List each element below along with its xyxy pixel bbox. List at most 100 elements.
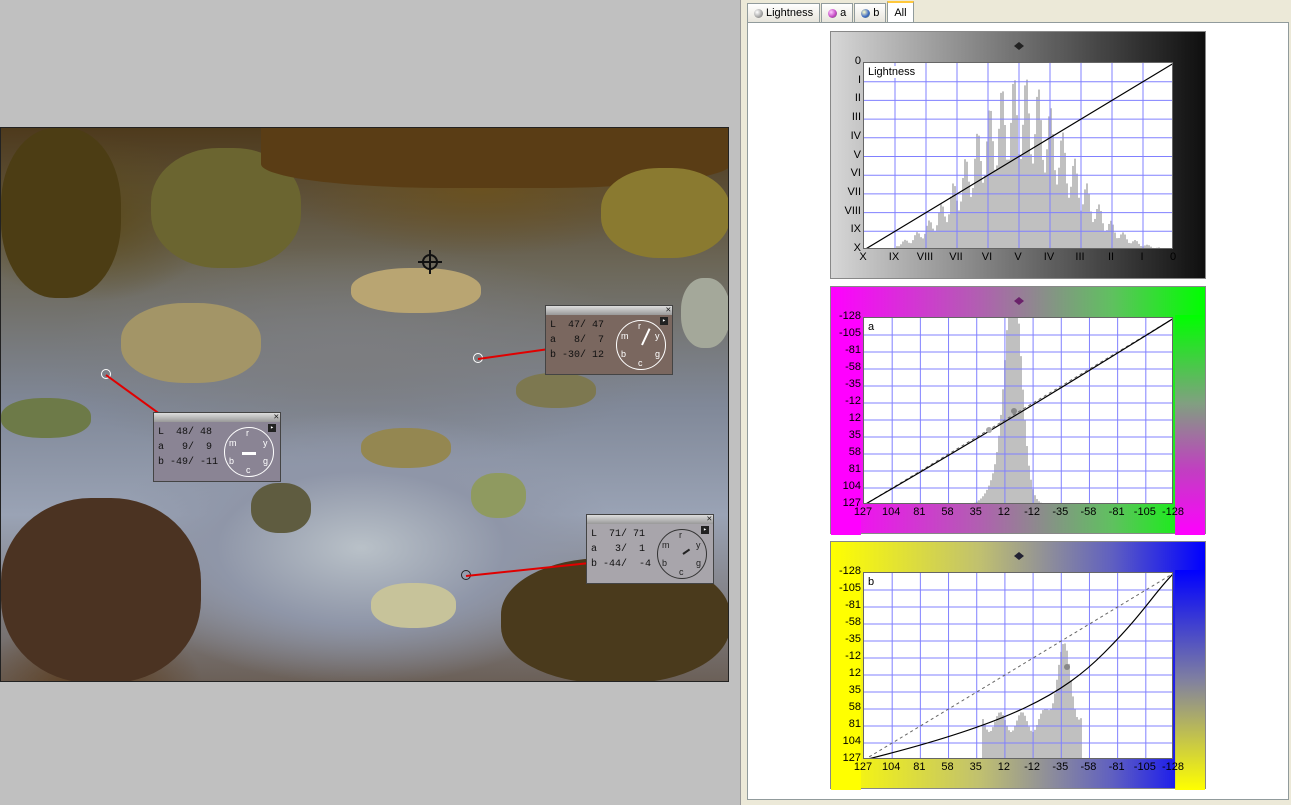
a-chart-svg [864,318,1172,503]
sampler-menu-icon[interactable]: ▸ [268,424,276,432]
dial-label: c [679,567,684,577]
x-tick-label: -58 [1080,506,1097,518]
histogram-bar [934,231,936,248]
histogram-bar [1044,708,1046,758]
sampler-a: a 9/ 9 [158,442,213,453]
tab-all[interactable]: All [887,1,914,22]
histogram-bar [896,246,898,248]
sampler-titlebar[interactable]: ✕ [587,514,713,524]
x-tick-label: 58 [941,761,954,773]
dial-label: g [263,456,269,466]
crosshair-target-icon[interactable] [418,250,442,274]
histogram-bar [936,225,938,248]
sampler-menu-icon[interactable]: ▸ [660,317,668,325]
sampler-info-3[interactable]: ✕ ▸ L 71/ 71 a 3/ 1 b -44/ -4 r y g c b m [586,514,714,584]
histogram-bar [1072,696,1074,758]
histogram-bar [1106,230,1108,248]
sampler-titlebar[interactable]: ✕ [546,305,672,315]
histogram-bar [1008,318,1010,503]
histogram-bar [1012,83,1014,248]
histogram-bar [1084,189,1086,248]
histogram-bar [1034,495,1036,503]
histogram-bar [974,502,976,503]
histogram-bar [944,216,946,248]
b-channel-icon [861,8,871,18]
histogram-bar [974,158,976,248]
lightness-chart-svg [864,63,1172,249]
dial-label: m [621,331,629,341]
sampler-info-1[interactable]: ✕ ▸ L 48/ 48 a 9/ 9 b -49/ -11 r y g c b m [153,412,281,482]
close-icon[interactable]: ✕ [666,305,671,315]
x-tick-label: 58 [941,506,954,518]
lightness-plot[interactable]: Lightness [863,62,1173,249]
histogram-bar [1008,730,1010,758]
close-icon[interactable]: ✕ [707,514,712,524]
tab-a[interactable]: a [821,3,854,22]
dial-label: g [696,558,702,568]
histogram-bar [984,724,986,758]
rock [351,268,481,313]
y-tick-label: -35 [845,378,861,390]
river-photo[interactable] [0,127,729,682]
histogram-bar [1078,197,1080,248]
histogram-bar [1010,731,1012,758]
image-canvas: ✕ ▸ L 48/ 48 a 9/ 9 b -49/ -11 r y g c b m… [0,0,734,805]
tab-b[interactable]: b [854,3,887,22]
tab-label: Lightness [766,7,814,19]
x-tick-label: -58 [1080,761,1097,773]
histogram-bar [898,246,900,248]
histogram-bar [1002,389,1004,503]
histogram-bar [1038,501,1040,503]
sampler-titlebar[interactable]: ✕ [154,412,280,422]
histogram-bar [970,196,972,248]
histogram-bar [1036,498,1038,503]
histogram-bar [1088,193,1090,248]
close-icon[interactable]: ✕ [274,412,279,422]
histogram-bar [922,238,924,248]
slider-handle-icon[interactable] [1014,552,1024,560]
sampler-a: a 3/ 1 [591,544,646,555]
histogram-bar [992,141,994,248]
histogram-bar [990,730,992,758]
x-tick-label: VIII [916,251,934,263]
slider-handle-icon[interactable] [1014,297,1024,305]
sampler-info-2[interactable]: ✕ ▸ L 47/ 47 a 8/ 7 b -30/ 12 r y g c b m [545,305,673,375]
histogram-bar [990,480,992,503]
y-tick-label: 0 [854,55,861,67]
y-tick-label: -105 [838,582,861,594]
dial-label: c [246,465,251,475]
x-tick-label: -12 [1024,761,1041,773]
x-tick-label: -81 [1108,506,1125,518]
y-tick-label: -81 [845,599,861,611]
histogram-bar [1006,725,1008,758]
sampler-menu-icon[interactable]: ▸ [701,526,709,534]
a-plot[interactable]: a [863,317,1173,504]
rock [1,128,121,298]
histogram-bar [1076,717,1078,758]
b-plot[interactable]: b [863,572,1173,759]
histogram-bar [1148,245,1150,248]
x-tick-label: -35 [1052,761,1069,773]
histogram-bar [1028,113,1030,248]
histogram-bar [968,181,970,248]
y-tick-label: -81 [845,344,861,356]
x-tick-label: II [1107,251,1115,263]
y-tick-label: V [853,148,861,161]
histogram-bar [1016,115,1018,248]
histogram-bar [1154,248,1156,249]
histogram-bar [1114,232,1116,248]
x-tick-label: 81 [913,506,926,518]
x-tick-label: III [1075,251,1085,263]
histogram-bar [1086,183,1088,248]
a-channel-icon [828,8,838,18]
histogram-bar [1108,223,1110,248]
histogram-bar [990,110,992,248]
histogram-bar [1018,715,1020,758]
hue-needle [682,548,691,555]
histogram-bar [1128,242,1130,248]
histogram-bar [904,239,906,248]
histogram-bar [1074,709,1076,758]
histogram-bar [994,464,996,503]
tab-label: All [894,6,907,19]
tab-lightness[interactable]: Lightness [747,3,821,22]
